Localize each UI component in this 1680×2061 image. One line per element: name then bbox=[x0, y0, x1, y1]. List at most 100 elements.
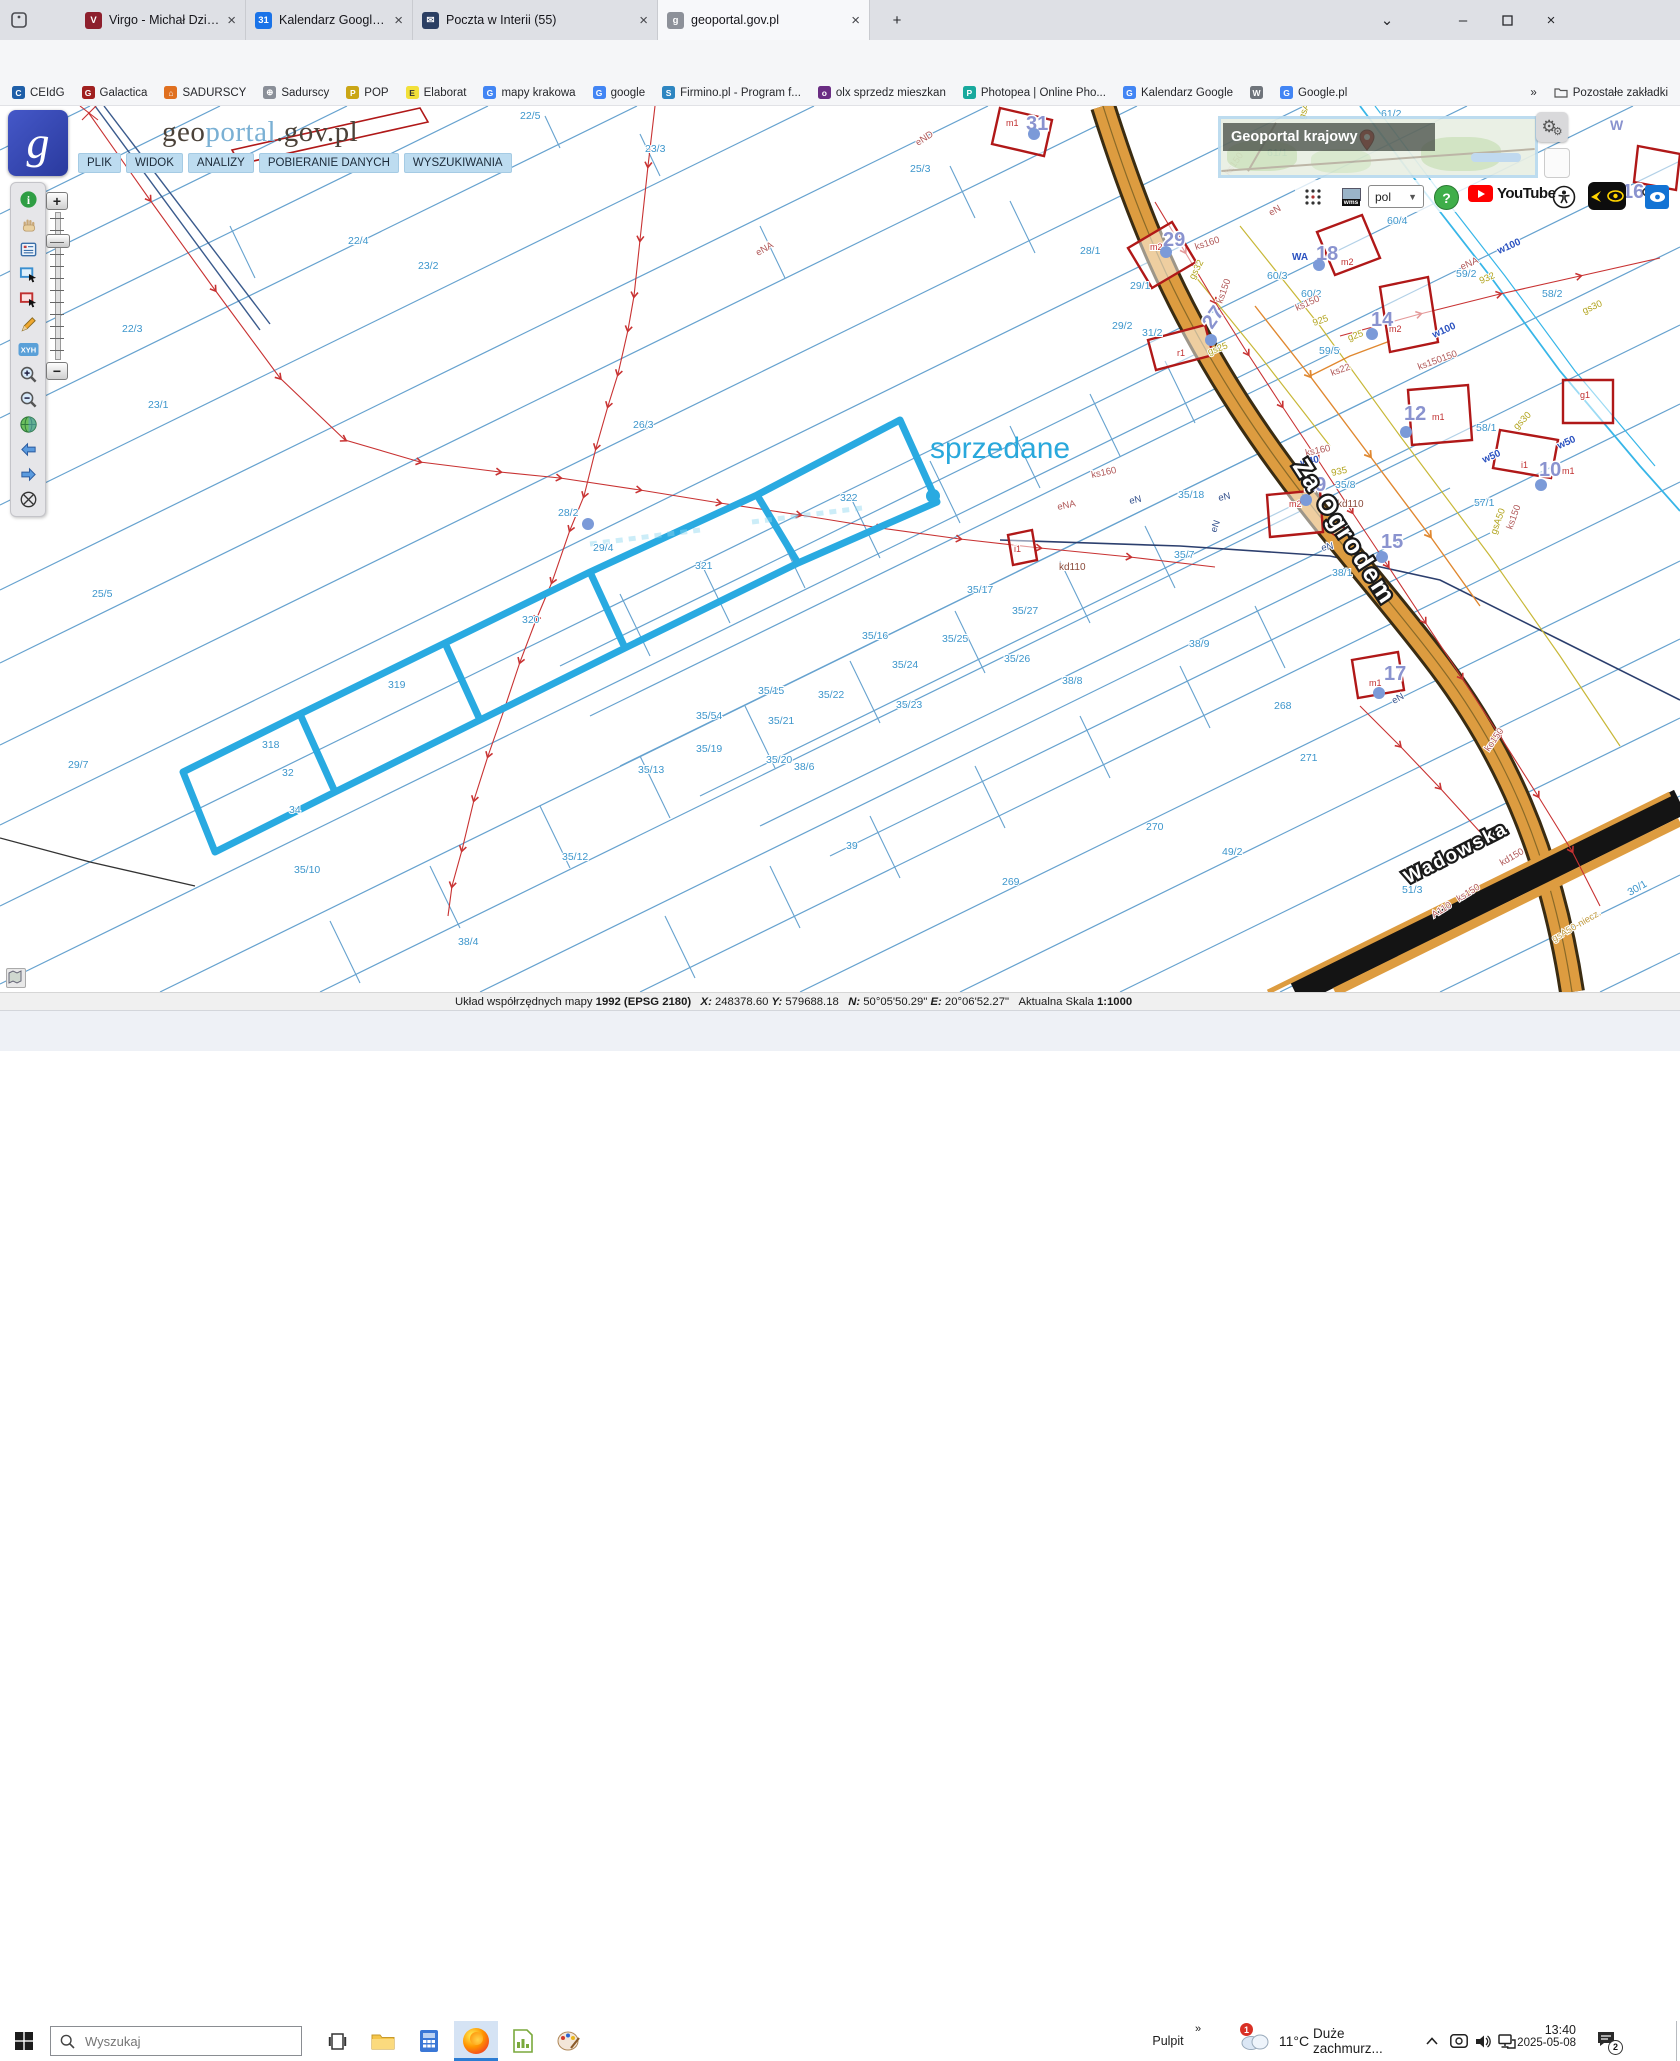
zoom-slider-plus[interactable]: + bbox=[46, 192, 68, 210]
minimize-button[interactable]: – bbox=[1446, 0, 1480, 40]
libreoffice-calc-button[interactable] bbox=[502, 2021, 544, 2061]
map-viewport[interactable]: 22/5 23/3 25/3 22/4 23/2 22/3 23/1 25/5 29/7 28/1… bbox=[0, 106, 1680, 992]
bookmark-item[interactable]: Gmapy krakowa bbox=[483, 86, 576, 99]
browser-tab-2[interactable]: 31 Kalendarz Google - Tydzień, w | × bbox=[246, 0, 413, 40]
bookmark-item[interactable]: C CEIdG bbox=[12, 86, 65, 99]
tool-pan-icon[interactable] bbox=[15, 212, 41, 237]
menu-widok[interactable]: WIDOK bbox=[125, 153, 183, 173]
bookmarks-overflow-chevron[interactable]: » bbox=[1530, 87, 1536, 99]
show-desktop-sliver[interactable] bbox=[1676, 2021, 1677, 2061]
volume-icon[interactable] bbox=[1470, 2021, 1496, 2061]
file-explorer-button[interactable] bbox=[362, 2021, 404, 2061]
weather-temp[interactable]: 11°C bbox=[1274, 2021, 1314, 2061]
tool-prev-view-icon[interactable] bbox=[15, 437, 41, 462]
weather-desc[interactable]: Duże zachmurz... bbox=[1313, 2021, 1417, 2061]
browser-tab-3[interactable]: ✉ Poczta w Interii (55) × bbox=[413, 0, 658, 40]
maximize-button[interactable] bbox=[1490, 0, 1524, 40]
menu-plik[interactable]: PLIK bbox=[78, 153, 121, 173]
tab-close-icon[interactable]: × bbox=[639, 12, 648, 29]
map-label: m2 bbox=[1389, 324, 1402, 334]
bookmark-item[interactable]: P Photopea | Online Pho... bbox=[962, 86, 1106, 99]
firefox-button[interactable] bbox=[454, 2021, 498, 2061]
map-label: 57/1 bbox=[1474, 497, 1495, 509]
settings-gear-icon[interactable]: ⚙ ⚙ bbox=[1536, 112, 1568, 142]
start-button[interactable] bbox=[0, 2021, 48, 2061]
bookmark-item[interactable]: G Galactica bbox=[81, 86, 147, 99]
zoom-slider-handle[interactable] bbox=[46, 234, 70, 248]
tool-identify-icon[interactable] bbox=[15, 237, 41, 262]
paint-app-button[interactable] bbox=[548, 2021, 590, 2061]
list-tabs-button[interactable]: ⌄ bbox=[1370, 0, 1404, 40]
meet-now-icon[interactable] bbox=[1446, 2021, 1472, 2061]
tab-manager-icon[interactable] bbox=[8, 9, 30, 31]
geoportal-logo[interactable]: g bbox=[8, 110, 68, 176]
selected-parcels[interactable] bbox=[179, 416, 941, 856]
youtube-link[interactable]: YouTube bbox=[1468, 185, 1556, 202]
tray-chevron-up-icon[interactable] bbox=[1420, 2021, 1444, 2061]
visibility-button[interactable] bbox=[1645, 185, 1669, 209]
bookmark-item[interactable]: G Google.pl bbox=[1280, 86, 1347, 99]
bookmark-item[interactable]: S Firmino.pl - Program f... bbox=[662, 86, 801, 99]
minimap-secondary-button[interactable] bbox=[1544, 148, 1570, 178]
browser-tab-1[interactable]: V Virgo - Michał Dzięcioł × bbox=[76, 0, 246, 40]
map-sheet-toggle[interactable] bbox=[6, 968, 26, 988]
tab-close-icon[interactable]: × bbox=[851, 12, 860, 29]
folder-icon bbox=[1554, 88, 1568, 98]
desktop-peek-label[interactable]: Pulpit bbox=[1143, 2021, 1193, 2061]
calculator-button[interactable] bbox=[408, 2021, 450, 2061]
bookmark-item[interactable]: o olx sprzedz mieszkan bbox=[817, 86, 946, 99]
tab-close-icon[interactable]: × bbox=[227, 12, 236, 29]
tool-clear-icon[interactable] bbox=[15, 487, 41, 512]
tool-deselect-rect-icon[interactable] bbox=[15, 287, 41, 312]
zoom-slider-minus[interactable]: − bbox=[46, 362, 68, 380]
tool-draw-icon[interactable] bbox=[15, 312, 41, 337]
help-button[interactable]: ? bbox=[1434, 185, 1459, 210]
overview-minimap[interactable]: Geoportal krajowy bbox=[1218, 116, 1538, 178]
contrast-mode-button[interactable] bbox=[1588, 182, 1626, 210]
new-tab-button[interactable]: + bbox=[880, 0, 914, 40]
bookmark-item[interactable]: Ggoogle bbox=[592, 86, 645, 99]
other-bookmarks[interactable]: Pozostałe zakładki bbox=[1554, 87, 1668, 99]
bookmark-item[interactable]: E Elaborat bbox=[405, 86, 466, 99]
menu-pobieranie-danych[interactable]: POBIERANIE DANYCH bbox=[258, 153, 399, 173]
tool-zoom-in-icon[interactable] bbox=[15, 362, 41, 387]
tray-expand-chevron[interactable]: » bbox=[1195, 2023, 1201, 2035]
crs-value: 1992 (EPSG 2180) bbox=[595, 995, 692, 1008]
grid-tool-icon[interactable] bbox=[1300, 184, 1326, 210]
map-label: gsA50 bbox=[1488, 507, 1508, 536]
clock[interactable]: 13:40 2025-05-08 bbox=[1516, 2023, 1576, 2049]
bookmark-item[interactable]: W bbox=[1250, 86, 1264, 99]
tool-zoom-out-icon[interactable] bbox=[15, 387, 41, 412]
bookmark-item[interactable]: ⊕ Sadurscy bbox=[263, 86, 329, 99]
bookmark-item[interactable]: ⌂ SADURSCY bbox=[164, 86, 246, 99]
browser-tab-4[interactable]: g geoportal.gov.pl × bbox=[658, 0, 870, 40]
language-select[interactable]: pol ▼ bbox=[1368, 185, 1424, 208]
task-view-button[interactable] bbox=[316, 2021, 358, 2061]
bookmark-item[interactable]: P POP bbox=[346, 86, 389, 99]
close-window-button[interactable]: × bbox=[1534, 0, 1568, 40]
tool-select-rect-icon[interactable] bbox=[15, 262, 41, 287]
map-label: 58/1 bbox=[1476, 422, 1497, 434]
accessibility-icon[interactable] bbox=[1551, 184, 1577, 210]
tool-next-view-icon[interactable] bbox=[15, 462, 41, 487]
bookmark-label: Sadurscy bbox=[281, 86, 330, 99]
cadastral-map[interactable]: 22/5 23/3 25/3 22/4 23/2 22/3 23/1 25/5 29/7 28/1… bbox=[0, 106, 1680, 992]
map-label: 35/17 bbox=[967, 584, 993, 596]
map-label: 26/3 bbox=[633, 419, 654, 431]
taskbar-search[interactable] bbox=[50, 2026, 302, 2056]
sold-annotation: sprzedane bbox=[930, 432, 1070, 465]
weather-icon[interactable]: 1 bbox=[1238, 2023, 1272, 2055]
tool-xyh-icon[interactable]: XYH bbox=[15, 337, 41, 362]
menu-wyszukiwania[interactable]: WYSZUKIWANIA bbox=[403, 153, 512, 173]
map-label: 322 bbox=[840, 492, 858, 504]
map-label: i1 bbox=[1014, 544, 1021, 554]
notification-center-icon[interactable]: 2 bbox=[1586, 2021, 1626, 2061]
tool-info-icon[interactable]: i bbox=[15, 187, 41, 212]
tab-close-icon[interactable]: × bbox=[394, 12, 403, 29]
tab-favicon: ✉ bbox=[422, 11, 439, 29]
taskbar-search-input[interactable] bbox=[83, 2032, 277, 2050]
tool-full-extent-icon[interactable] bbox=[15, 412, 41, 437]
bookmark-item[interactable]: G Kalendarz Google bbox=[1122, 86, 1233, 99]
menu-analizy[interactable]: ANALIZY bbox=[187, 153, 254, 173]
wms-tool-icon[interactable]: wms bbox=[1338, 184, 1364, 210]
